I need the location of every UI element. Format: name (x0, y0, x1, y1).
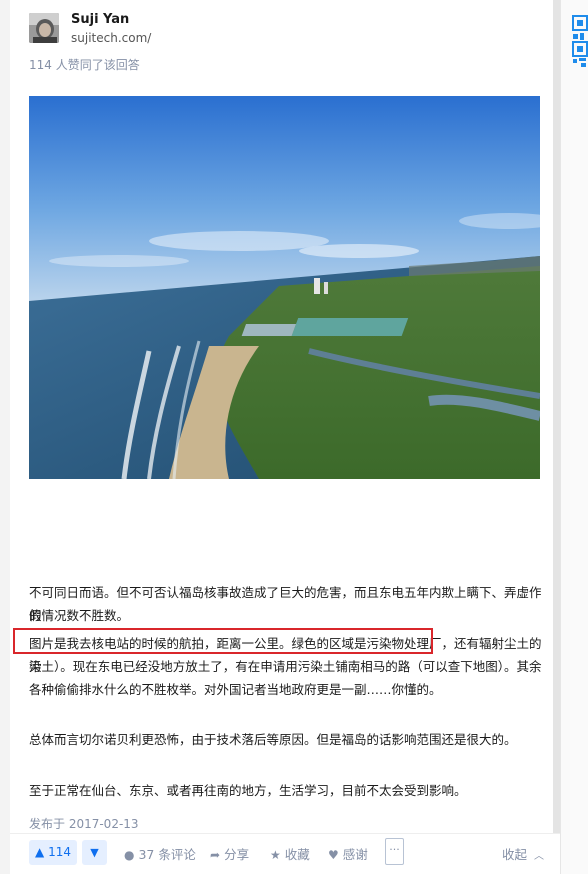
thanks-button[interactable]: ♥ 感谢 (328, 844, 368, 863)
more-options-button[interactable]: ··· (385, 838, 404, 865)
favorite-button[interactable]: ★ 收藏 (270, 844, 310, 863)
aerial-photo[interactable] (29, 96, 540, 479)
right-sidebar (560, 0, 588, 874)
author-avatar[interactable] (29, 13, 59, 43)
share-arrow-icon: ➦ (210, 848, 221, 862)
upvote-summary[interactable]: 114 人赞同了该回答 (29, 56, 140, 73)
downvote-button[interactable]: ▼ (82, 840, 107, 865)
star-icon: ★ (270, 848, 281, 862)
qr-code-icon[interactable] (571, 14, 588, 68)
collapse-button[interactable]: 收起 ︿ (502, 844, 544, 863)
heart-icon: ♥ (328, 848, 339, 862)
red-highlight-annotation (13, 628, 433, 654)
triangle-down-icon: ▼ (90, 846, 99, 859)
comments-button[interactable]: ● 37 条评论 (124, 844, 196, 863)
publish-date[interactable]: 发布于 2017-02-13 (29, 815, 139, 832)
triangle-up-icon: ▲ (35, 845, 45, 859)
answer-text-line: 染土）。现在东电已经没地方放土了，有在申请用污染土铺南相马的路（可以查下地图）。… (29, 659, 542, 674)
answer-text-line: 总体而言切尔诺贝利更恐怖，由于技术落后等原因。但是福岛的话影响范围还是很大的。 (29, 732, 517, 747)
answer-text-line: 各种偷偷排水什么的不胜枚举。对外国记者当地政府更是一副……你懂的。 (29, 682, 442, 697)
comment-bubble-icon: ● (124, 848, 135, 862)
author-website[interactable]: sujitech.com/ (71, 31, 151, 45)
upvote-button[interactable]: ▲ 114 (29, 840, 77, 865)
chevron-up-icon: ︿ (534, 851, 544, 862)
upvote-count: 114 (48, 845, 71, 859)
page-scrollbar[interactable] (553, 0, 560, 874)
answer-text-line: 的情况数不胜数。 (29, 608, 130, 623)
author-name[interactable]: Suji Yan (71, 12, 129, 27)
share-button[interactable]: ➦ 分享 (210, 844, 249, 863)
answer-text-line: 至于正常在仙台、东京、或者再往南的地方，生活学习，目前不太会受到影响。 (29, 783, 467, 798)
